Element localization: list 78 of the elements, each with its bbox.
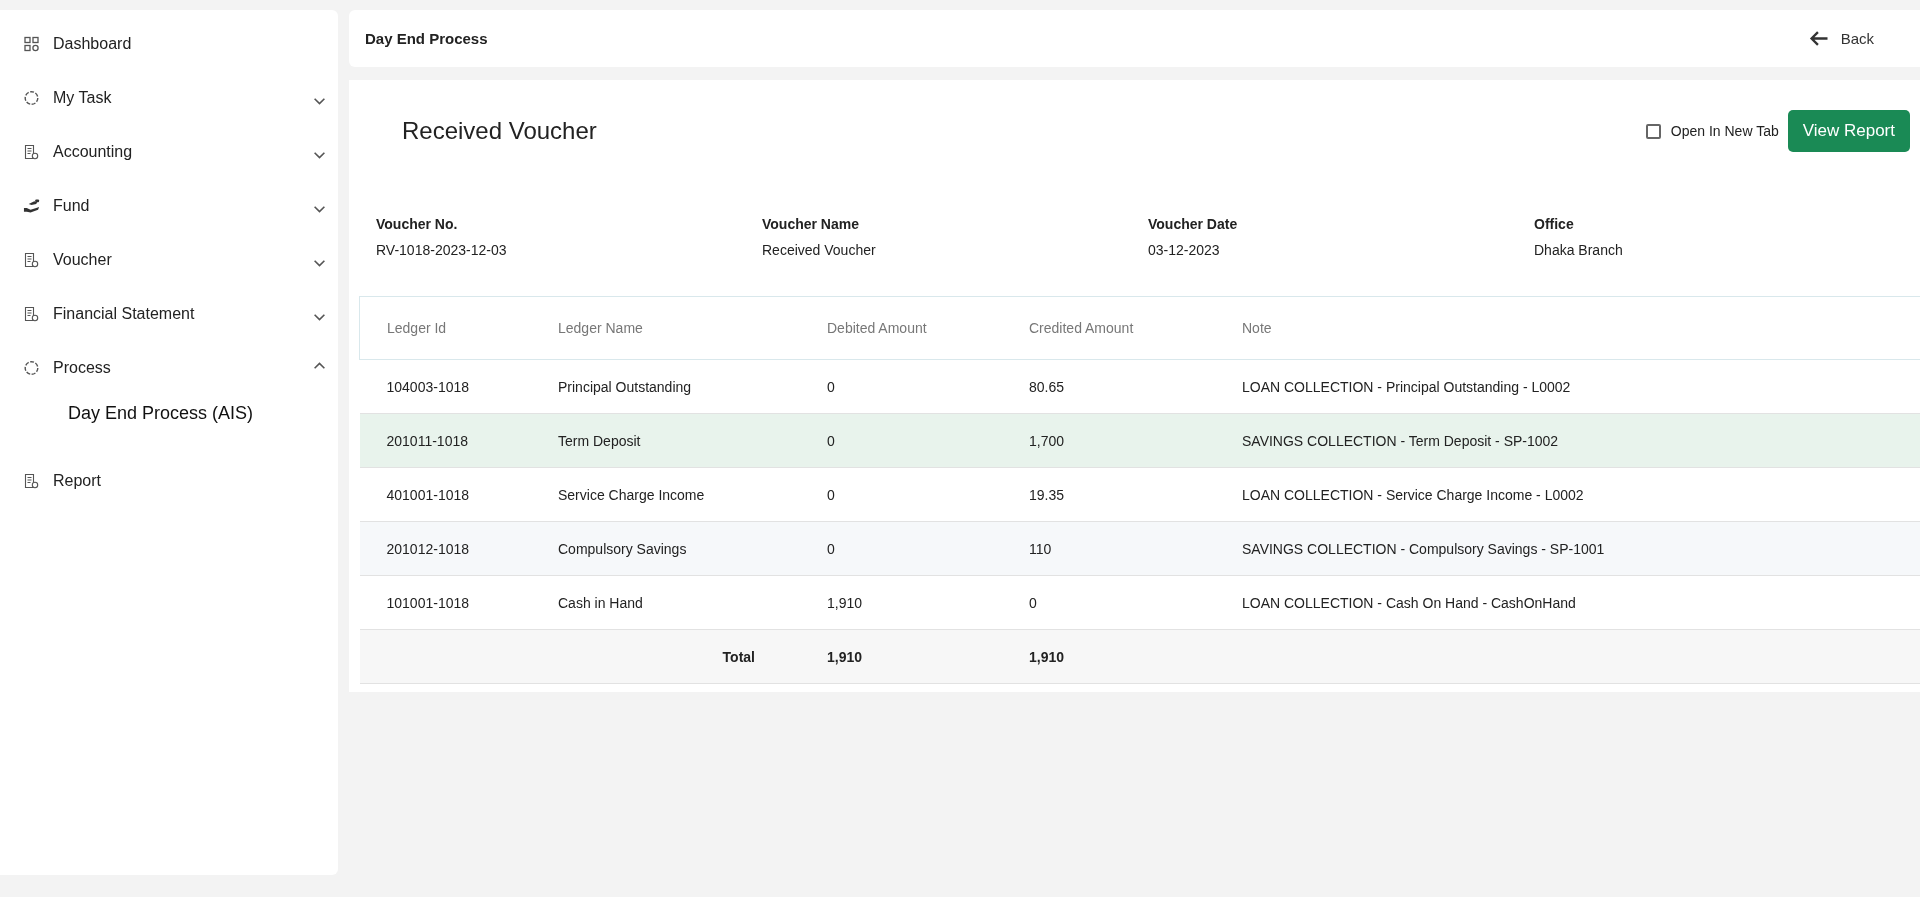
sidebar-item[interactable]: Report [0, 454, 338, 508]
table-cell: 110 [1002, 521, 1215, 576]
table-cell: SAVINGS COLLECTION - Term Deposit - SP-1002 [1215, 413, 1920, 468]
arrow-left-icon [1808, 30, 1829, 47]
total-debited: 1,910 [800, 629, 1002, 684]
view-report-button[interactable]: View Report [1787, 110, 1910, 152]
column-header: Ledger Id [359, 296, 531, 360]
table-cell: 201011-1018 [359, 413, 531, 468]
detail-label: Office [1534, 216, 1575, 232]
table-cell: 201012-1018 [359, 521, 531, 576]
sidebar-label: Accounting [53, 143, 134, 161]
table-cell: LOAN COLLECTION - Principal Outstanding - L0002 [1215, 359, 1920, 414]
table-row[interactable]: 401001-1018 Service Charge Income 0 19.35 LOAN COLLECTION - Service Charge Income - L0002 [359, 467, 1920, 522]
column-header: Debited Amount [800, 296, 1002, 360]
document-icon [23, 306, 40, 322]
table-cell: 401001-1018 [359, 467, 531, 522]
detail-value: RV-1018-2023-12-03 [376, 242, 508, 258]
table-cell: 0 [800, 413, 1002, 468]
document-icon [23, 473, 40, 489]
sidebar-item[interactable]: My Task [0, 71, 338, 125]
table-cell: 0 [800, 467, 1002, 522]
document-icon [23, 252, 40, 268]
back-button[interactable]: Back [1804, 26, 1878, 51]
table-cell: 1,700 [1002, 413, 1215, 468]
table-cell: 104003-1018 [359, 359, 531, 414]
table-cell: 0 [800, 359, 1002, 414]
sidebar-item[interactable]: Dashboard [0, 17, 338, 71]
detail-label: Voucher No. [376, 216, 459, 232]
table-cell: LOAN COLLECTION - Service Charge Income - L0002 [1215, 467, 1920, 522]
sidebar-item[interactable]: Fund [0, 179, 338, 233]
table-cell: 80.65 [1002, 359, 1215, 414]
table-row[interactable]: 104003-1018 Principal Outstanding 0 80.65 LOAN COLLECTION - Principal Outstanding - L0002 [359, 359, 1920, 414]
checkbox[interactable] [1645, 123, 1661, 139]
sidebar-label: Voucher [53, 251, 113, 269]
detail-value: Received Voucher [762, 242, 877, 258]
detail-value: 03-12-2023 [1148, 242, 1221, 258]
table-cell: Term Deposit [531, 413, 800, 468]
sidebar-item[interactable]: Voucher [0, 233, 338, 287]
table-row[interactable]: 101001-1018 Cash in Hand 1,910 0 LOAN COLLECTION - Cash On Hand - CashOnHand [359, 575, 1920, 630]
table-cell: 0 [800, 521, 1002, 576]
sidebar-item[interactable]: Financial Statement [0, 287, 338, 341]
table-cell: 0 [1002, 575, 1215, 630]
sidebar-item[interactable]: Accounting [0, 125, 338, 179]
table-row[interactable]: 201012-1018 Compulsory Savings 0 110 SAVINGS COLLECTION - Compulsory Savings - SP-1001 [359, 521, 1920, 576]
sidebar-label: Report [53, 472, 103, 490]
table-cell: 19.35 [1002, 467, 1215, 522]
open-in-new-tab-checkbox[interactable]: Open In New Tab [1645, 123, 1779, 139]
table-cell: SAVINGS COLLECTION - Compulsory Savings - SP-1001 [1215, 521, 1920, 576]
column-header: Ledger Name [531, 296, 800, 360]
total-label: Total [531, 629, 800, 684]
detail-label: Voucher Name [762, 216, 860, 232]
dashed-circle-icon [23, 90, 40, 106]
grid-icon [23, 36, 40, 52]
table-cell: Service Charge Income [531, 467, 800, 522]
column-header: Note [1215, 296, 1920, 360]
table-cell: Cash in Hand [531, 575, 800, 630]
hand-coin-icon [23, 198, 40, 214]
table-row[interactable]: 201011-1018 Term Deposit 0 1,700 SAVINGS COLLECTION - Term Deposit - SP-1002 [359, 413, 1920, 468]
table-cell: Compulsory Savings [531, 521, 800, 576]
sidebar-label: Dashboard [53, 35, 133, 53]
table-cell: 101001-1018 [359, 575, 531, 630]
detail-value: Dhaka Branch [1534, 242, 1624, 258]
table-cell: LOAN COLLECTION - Cash On Hand - CashOnHand [1215, 575, 1920, 630]
detail-label: Voucher Date [1148, 216, 1239, 232]
document-icon [23, 144, 40, 160]
dashed-circle-icon [23, 360, 40, 376]
sidebar-label: Fund [53, 197, 91, 215]
report-title: Received Voucher [402, 117, 598, 145]
page-title: Day End Process [365, 30, 489, 47]
sidebar-label: Financial Statement [53, 305, 196, 323]
sidebar-subitem[interactable]: Day End Process (AIS) [0, 395, 338, 432]
total-credited: 1,910 [1002, 629, 1215, 684]
sidebar-item[interactable]: Process [0, 341, 338, 395]
table-cell: Principal Outstanding [531, 359, 800, 414]
sidebar-label: Process [53, 359, 112, 377]
column-header: Credited Amount [1002, 296, 1215, 360]
sidebar-label: My Task [53, 89, 113, 107]
table-cell: 1,910 [800, 575, 1002, 630]
